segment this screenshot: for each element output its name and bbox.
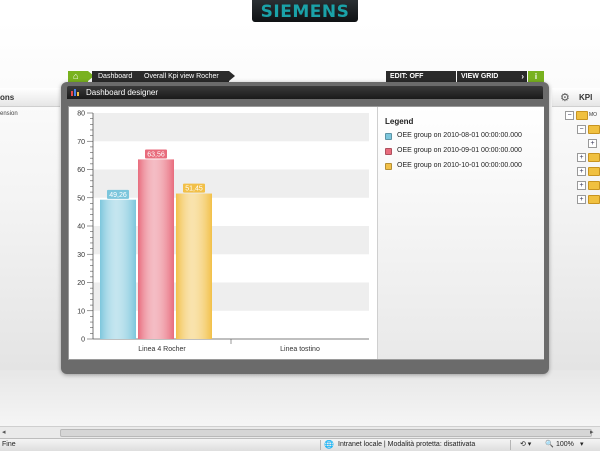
right-panel-title: KPI [579, 93, 593, 102]
info-button[interactable]: i [528, 71, 544, 82]
y-tick-label: 10 [77, 308, 85, 315]
bar-shine [100, 199, 136, 339]
folder-icon [588, 153, 600, 162]
y-tick-label: 50 [77, 195, 85, 202]
legend-swatch [385, 163, 392, 170]
left-panel-item[interactable]: ension [0, 111, 18, 117]
left-panel-header: ons [0, 88, 60, 107]
legend-label: OEE group on 2010-10-01 00:00:00.000 [397, 162, 522, 169]
top-header: SIEMENS [0, 0, 600, 22]
legend-title: Legend [385, 117, 414, 126]
folder-icon [588, 195, 600, 204]
tree-node[interactable]: + [588, 139, 600, 149]
expand-icon[interactable]: + [577, 167, 586, 176]
y-tick-label: 20 [77, 280, 85, 287]
protected-mode-icon[interactable]: ⟲ ▾ [520, 440, 531, 448]
dashboard-designer-dialog: Dashboard designer 0 10 20 30 40 50 60 70 80 Line… [61, 82, 549, 374]
y-tick-label: 70 [77, 139, 85, 146]
bar-chart: 0 10 20 30 40 50 60 70 80 Linea 4 Rocher Linea tos… [77, 111, 369, 353]
right-panel-header: ⚙ KPI [552, 88, 600, 107]
y-tick-label: 40 [77, 224, 85, 231]
view-grid-label: VIEW GRID [461, 73, 499, 80]
y-tick-label: 30 [77, 252, 85, 259]
chevron-down-icon[interactable]: ▾ [580, 440, 584, 448]
expand-icon[interactable]: + [588, 139, 597, 148]
status-bar: Fine 🌐 Intranet locale | Modalità protet… [0, 438, 600, 451]
home-button[interactable]: ⌂ [68, 71, 88, 82]
gear-icon[interactable]: ⚙ [560, 91, 570, 104]
status-separator [510, 440, 511, 450]
security-zone[interactable]: Intranet locale | Modalità protetta: dis… [338, 441, 475, 448]
bar-chart-icon [71, 89, 79, 96]
folder-icon [588, 125, 600, 134]
left-panel-title: ons [0, 93, 15, 102]
folder-icon [588, 181, 600, 190]
grid-band [93, 169, 369, 198]
scroll-right-icon[interactable]: ▸ [590, 428, 594, 436]
expand-icon[interactable]: + [577, 153, 586, 162]
breadcrumb-item-current[interactable]: Overall Kpi view Rocher [138, 71, 229, 82]
collapse-icon[interactable]: − [577, 125, 586, 134]
home-icon: ⌂ [73, 71, 79, 81]
legend-panel: Legend OEE group on 2010-08-01 00:00:00.… [377, 107, 544, 359]
logo-text: SIEMENS [260, 2, 350, 22]
dialog-title-bar[interactable]: Dashboard designer [67, 86, 543, 99]
y-tick-label: 0 [81, 337, 85, 344]
zoom-level[interactable]: 100% [556, 441, 574, 448]
view-grid-button[interactable]: VIEW GRID › [457, 71, 527, 82]
breadcrumb-end [229, 71, 235, 81]
grid-band [93, 113, 369, 142]
chevron-right-icon: › [521, 72, 524, 81]
globe-icon: 🌐 [324, 440, 334, 449]
tree-node[interactable]: + [577, 167, 600, 177]
tree-node[interactable]: − MO [565, 111, 600, 121]
legend-swatch [385, 148, 392, 155]
status-text: Fine [2, 441, 16, 448]
bar-shine [138, 159, 174, 339]
breadcrumb-item-dashboard[interactable]: Dashboard [92, 71, 140, 82]
folder-icon [576, 111, 588, 120]
tree-node[interactable]: + [577, 153, 600, 163]
scroll-left-icon[interactable]: ◂ [2, 428, 6, 436]
dialog-body: 0 10 20 30 40 50 60 70 80 Linea 4 Rocher Linea tos… [68, 106, 544, 360]
grid-band [93, 141, 369, 170]
x-tick-label: Linea tostino [280, 346, 320, 353]
scrollbar-thumb[interactable] [60, 429, 592, 437]
edit-toggle-button[interactable]: EDIT: OFF [386, 71, 456, 82]
status-separator [320, 440, 321, 450]
y-tick-label: 80 [77, 111, 85, 118]
siemens-logo: SIEMENS [252, 0, 358, 22]
legend-swatch [385, 133, 392, 140]
tree-node-label: MO [589, 112, 598, 118]
bar-shine [176, 193, 212, 339]
tree-node[interactable]: − [577, 125, 600, 135]
data-label: 49,26 [109, 192, 127, 199]
collapse-icon[interactable]: − [565, 111, 574, 120]
expand-icon[interactable]: + [577, 181, 586, 190]
legend-label: OEE group on 2010-08-01 00:00:00.000 [397, 132, 522, 139]
folder-icon [588, 167, 600, 176]
data-label: 63,56 [147, 151, 165, 158]
x-tick-label: Linea 4 Rocher [138, 346, 186, 353]
horizontal-scrollbar[interactable]: ◂ ▸ [0, 426, 600, 438]
data-label: 51,45 [185, 186, 203, 193]
footer-band [0, 370, 600, 426]
tree-node[interactable]: + [577, 181, 600, 191]
zoom-icon[interactable]: 🔍 [545, 440, 554, 448]
legend-label: OEE group on 2010-09-01 00:00:00.000 [397, 147, 522, 154]
tree-node[interactable]: + [577, 195, 600, 205]
expand-icon[interactable]: + [577, 195, 586, 204]
dialog-title: Dashboard designer [86, 88, 159, 97]
y-tick-label: 60 [77, 167, 85, 174]
